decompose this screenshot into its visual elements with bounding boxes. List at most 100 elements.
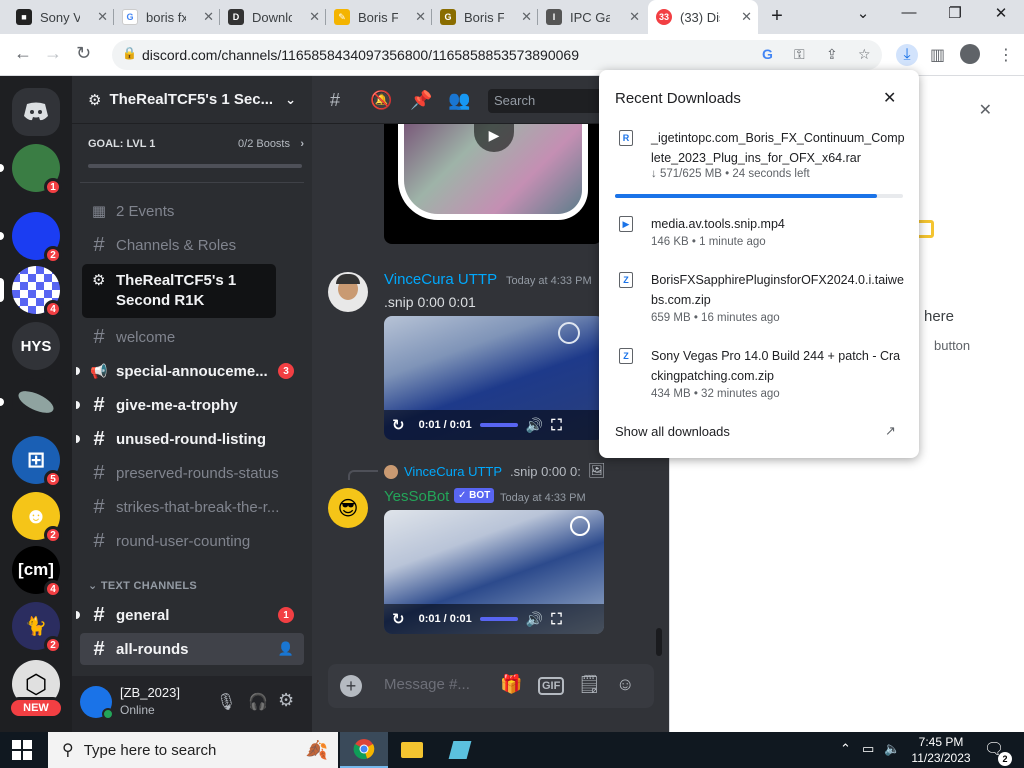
tab-6[interactable]: I IPC Gam ✕ [538, 0, 646, 34]
channel-general[interactable]: # general 1 [76, 599, 304, 631]
side-panel-close-icon[interactable]: ✕ [979, 100, 992, 120]
close-icon[interactable]: ✕ [741, 9, 752, 25]
reload-icon[interactable]: ↻ [76, 43, 91, 64]
search-input[interactable]: Search [488, 89, 608, 113]
guild-hys[interactable]: HYS [12, 322, 60, 370]
tab-5[interactable]: G Boris FX ✕ [432, 0, 538, 34]
emoji-icon[interactable]: ☺ [616, 674, 634, 695]
guild-fish[interactable] [0, 378, 60, 426]
avatar[interactable] [328, 272, 368, 312]
chat-scrollbar[interactable] [656, 628, 662, 656]
side-panel-icon[interactable]: ▥ [930, 45, 945, 65]
share-icon[interactable]: ⇪ [826, 46, 838, 63]
discord-home-icon[interactable] [12, 88, 60, 136]
new-badge[interactable]: NEW [8, 697, 64, 719]
message-author[interactable]: YesSoBot [384, 488, 449, 505]
video-progress-bar[interactable] [479, 617, 518, 621]
guild-turtle[interactable]: 1 [0, 144, 62, 196]
channel-preserved-rounds-status[interactable]: # preserved-rounds-status [80, 457, 304, 489]
back-icon[interactable]: ← [14, 43, 32, 64]
username[interactable]: [ZB_2023] [120, 685, 180, 700]
headphones-icon[interactable]: 🎧 [248, 692, 268, 712]
close-icon[interactable]: ✕ [203, 9, 214, 25]
app-taskbar-icon[interactable] [436, 732, 484, 768]
downloads-icon[interactable]: ⤓ [896, 44, 918, 66]
taskbar-search-input[interactable]: ⚲ Type here to search 🍂 [48, 732, 338, 768]
minimize-icon[interactable]: — [894, 4, 924, 21]
gift-icon[interactable]: 🎁 [500, 674, 522, 695]
bot-avatar[interactable]: 😎 [328, 488, 368, 528]
mute-bell-icon[interactable]: 🔕 [370, 90, 392, 111]
channel-give-me-a-trophy[interactable]: # give-me-a-trophy [76, 389, 304, 421]
reply-author[interactable]: VinceCura UTTP [404, 464, 502, 479]
mute-mic-icon[interactable]: 🎙 [216, 692, 236, 712]
channel-unused-round-listing[interactable]: # unused-round-listing [76, 423, 304, 455]
tab-4[interactable]: ✎ Boris FX ✕ [326, 0, 432, 34]
message-input[interactable]: + Message #... 🎁 GIF 🗒 ☺ [328, 664, 654, 708]
google-translate-icon[interactable]: G [762, 46, 773, 62]
bookmark-star-icon[interactable]: ☆ [858, 46, 871, 63]
tab-7-active[interactable]: 33 (33) Dis ✕ [648, 0, 758, 34]
tab-search-icon[interactable]: ⌄ [848, 4, 878, 22]
menu-kebab-icon[interactable]: ⋮ [998, 45, 1014, 65]
volume-mute-icon[interactable]: 🔈 [884, 741, 900, 757]
video-attachment-top[interactable]: ▶ [384, 124, 602, 244]
guild-blue[interactable]: 2 [0, 212, 62, 264]
channel-special-annoucements[interactable]: 📢 special-annouceme... 3 [76, 355, 304, 387]
channel-round-user-counting[interactable]: # round-user-counting [80, 525, 304, 557]
sticker-icon[interactable]: 🗒 [578, 674, 601, 695]
lock-icon[interactable]: 🔒 [122, 46, 137, 60]
reply-text[interactable]: .snip 0:00 0: [510, 464, 581, 479]
volume-icon[interactable]: 🔊 [526, 611, 543, 628]
file-explorer-taskbar-icon[interactable] [388, 732, 436, 768]
windows-start-icon[interactable] [12, 740, 32, 765]
new-tab-button[interactable]: + [762, 5, 792, 28]
tray-chevron-up-icon[interactable]: ⌃ [840, 741, 851, 757]
user-avatar[interactable] [80, 686, 114, 720]
category-text-channels[interactable]: ⌄ TEXT CHANNELS [88, 579, 197, 592]
open-external-icon[interactable]: ↗ [885, 423, 896, 439]
add-member-icon[interactable]: 👤 [278, 641, 294, 657]
tab-2[interactable]: G boris fx ✕ [114, 0, 220, 34]
guild-emoji[interactable]: ☻ 2 [12, 492, 62, 544]
server-header[interactable]: ⚙ TheRealTCF5's 1 Sec... ⌄ [72, 76, 312, 124]
fullscreen-icon[interactable]: ⛶ [551, 611, 562, 628]
profile-avatar-icon[interactable] [960, 44, 980, 64]
volume-icon[interactable]: 🔊 [526, 417, 543, 434]
network-icon[interactable]: ▭ [862, 741, 874, 757]
guild-cm[interactable]: [cm] 4 [12, 546, 62, 598]
message-author[interactable]: VinceCura UTTP [384, 271, 497, 288]
close-icon[interactable]: ✕ [521, 9, 532, 25]
user-settings-gear-icon[interactable]: ⚙ [278, 690, 294, 711]
replay-icon[interactable]: ↻ [392, 416, 405, 434]
close-icon[interactable]: ✕ [415, 9, 426, 25]
close-icon[interactable]: ✕ [309, 9, 320, 25]
menu-events[interactable]: ▦ 2 Events [80, 195, 304, 227]
threads-icon[interactable]: # [330, 90, 340, 111]
guild-cat[interactable]: 🐈 2 [12, 602, 62, 654]
attach-plus-icon[interactable]: + [340, 675, 362, 697]
channel-strikes[interactable]: # strikes-that-break-the-r... [80, 491, 304, 523]
video-progress-bar[interactable] [479, 423, 518, 427]
replay-icon[interactable]: ↻ [392, 610, 405, 628]
window-close-icon[interactable]: ✕ [986, 4, 1016, 22]
tab-3[interactable]: D Downlo ✕ [220, 0, 326, 34]
member-list-icon[interactable]: 👥 [448, 90, 470, 111]
channel-welcome[interactable]: # welcome [80, 321, 304, 353]
show-all-downloads-link[interactable]: Show all downloads [615, 424, 730, 439]
chrome-taskbar-icon[interactable] [340, 732, 388, 768]
close-icon[interactable]: ✕ [629, 9, 640, 25]
url-text[interactable]: discord.com/channels/1165858434097356800… [142, 47, 579, 63]
gif-icon[interactable]: GIF [538, 677, 565, 695]
guild-checker[interactable]: 4 [0, 266, 62, 318]
guild-windows[interactable]: ⊞ 5 [12, 436, 62, 488]
close-icon[interactable]: ✕ [883, 88, 896, 108]
close-icon[interactable]: ✕ [97, 9, 108, 25]
tab-1[interactable]: ■ Sony Ve ✕ [8, 0, 114, 34]
boost-goal[interactable]: GOAL: LVL 1 0/2 Boosts › [88, 138, 304, 150]
fullscreen-icon[interactable]: ⛶ [551, 417, 562, 434]
pin-icon[interactable]: 📌 [410, 90, 432, 111]
taskbar-clock[interactable]: 7:45 PM 11/23/2023 [906, 734, 976, 766]
address-bar[interactable]: 🔒 discord.com/channels/11658584340973568… [112, 40, 882, 70]
forward-icon[interactable]: → [44, 43, 62, 64]
